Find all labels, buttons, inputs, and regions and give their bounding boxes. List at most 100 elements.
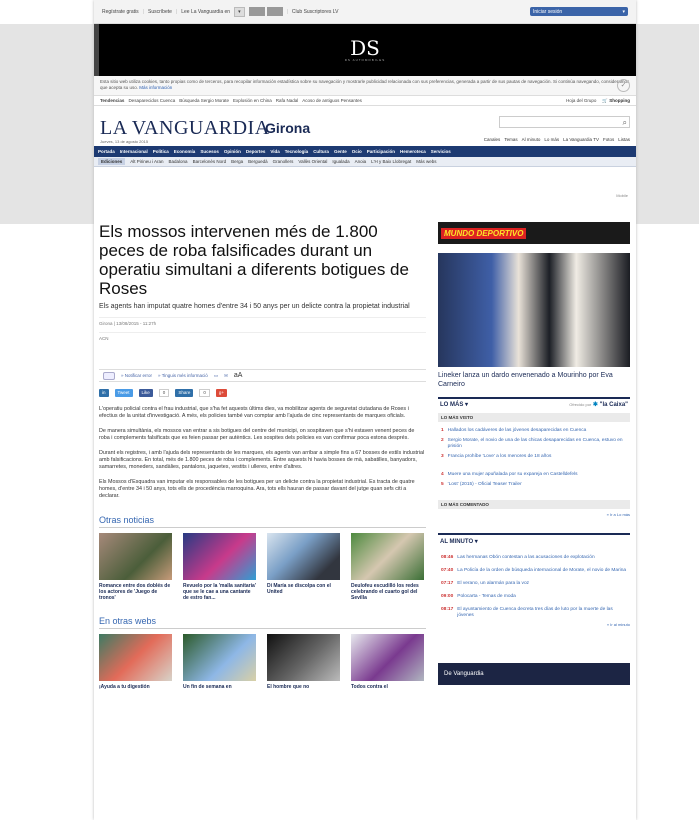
font-size-icon[interactable]: aA <box>234 372 243 379</box>
subnav-item[interactable]: Alt Pirineu i Aran <box>130 159 163 164</box>
more-link[interactable]: » Ir a Lo más <box>438 512 630 517</box>
nav-item[interactable]: Opinión <box>224 149 241 154</box>
nav-item[interactable]: Vida <box>270 149 279 154</box>
news-card[interactable]: Revuelo por la 'malla sanitaria' que se … <box>183 533 256 601</box>
linkedin-button[interactable]: Share <box>175 388 194 397</box>
mundo-deportivo-header[interactable]: MUNDO DEPORTIVO <box>438 222 630 244</box>
trend-item[interactable]: Búsqueda Sergio Morate <box>179 98 229 103</box>
email-icon[interactable]: ✉ <box>224 373 228 379</box>
report-error-link[interactable]: » Notificar error <box>121 373 152 378</box>
web-thumbnail[interactable] <box>267 634 340 681</box>
minute-item[interactable]: 07:17 El verano, un alarmán para la voz <box>438 581 630 587</box>
subnav-item[interactable]: Granollers <box>273 159 294 164</box>
trend-item[interactable]: Explosión en China <box>233 98 272 103</box>
quick-link[interactable]: Lo más <box>544 137 559 142</box>
subnav-item[interactable]: Badalona <box>169 159 188 164</box>
subnav-item[interactable]: Igualada <box>332 159 349 164</box>
login-button[interactable]: Iniciar sesión ▾ <box>530 7 628 16</box>
nav-item[interactable]: Deportes <box>246 149 266 154</box>
nav-item[interactable]: Política <box>153 149 169 154</box>
nav-item[interactable]: Gente <box>334 149 347 154</box>
facebook-like-button[interactable]: Like <box>138 388 153 397</box>
comments-icon[interactable] <box>103 371 115 380</box>
web-thumbnail[interactable] <box>183 634 256 681</box>
subnav-item[interactable]: Más webs <box>416 159 436 164</box>
site-logo[interactable]: LA VANGUARDIA <box>100 117 270 140</box>
web-card[interactable]: ¡Ayuda a tu digestión <box>99 634 172 690</box>
trend-item[interactable]: Acoso de antiguos Pensantes <box>302 98 362 103</box>
web-thumbnail[interactable] <box>99 634 172 681</box>
subnav-item[interactable]: Anoia <box>355 159 367 164</box>
list-item[interactable]: 1 Hallados los cadáveres de las jóvenes d… <box>441 428 627 434</box>
news-thumbnail[interactable] <box>99 533 172 580</box>
more-info-tool-link[interactable]: » Tinguis més informació <box>158 373 208 378</box>
list-item[interactable]: 3 Francia prohíbe 'Love' a los menores de… <box>441 454 627 460</box>
nav-item[interactable]: Ocio <box>352 149 362 154</box>
nav-item[interactable]: Cultura <box>313 149 329 154</box>
edition-logos[interactable] <box>248 7 283 16</box>
shopping-menu[interactable]: 🛒 Shopping <box>602 98 630 104</box>
subnav-item[interactable]: Barcelonès Nord <box>193 159 227 164</box>
subnav-item[interactable]: Berga <box>231 159 243 164</box>
google-plus-button[interactable]: g+ <box>215 388 227 397</box>
nav-item[interactable]: Tecnología <box>285 149 308 154</box>
minute-item[interactable]: 09:00 Polocarta - Temas de moda <box>438 594 630 600</box>
quick-link[interactable]: Fotos <box>603 137 614 142</box>
accept-cookies-button[interactable]: ✓ <box>617 79 630 92</box>
most-viewed-header[interactable]: LO MÁS VISTO <box>438 413 630 422</box>
web-thumbnail[interactable] <box>351 634 424 681</box>
quick-link[interactable]: Al minuto <box>522 137 541 142</box>
subnav-item[interactable]: Vallès Oriental <box>298 159 327 164</box>
web-card[interactable]: El hombre que no <box>267 634 340 690</box>
quick-link[interactable]: Canales <box>484 137 501 142</box>
subnav-item[interactable]: Berguedà <box>248 159 268 164</box>
nav-item[interactable]: Internacional <box>120 149 148 154</box>
featured-photo[interactable] <box>438 253 630 367</box>
al-minuto-header[interactable]: AL MINUTO ▾ <box>438 533 630 548</box>
search-icon[interactable]: ⌕ <box>623 118 627 128</box>
nav-item[interactable]: Economía <box>174 149 196 154</box>
minute-item[interactable]: 08:17 El ayuntamiento de Cuenca decreta t… <box>438 607 630 619</box>
mobile-link[interactable]: Mobile <box>616 193 628 198</box>
more-minute-link[interactable]: » Ir al minuto <box>438 622 630 627</box>
quick-link[interactable]: Temas <box>504 137 517 142</box>
news-card[interactable]: Di María se discolpa con el United <box>267 533 340 601</box>
minute-item[interactable]: 08:46 Las hermanas Obón contestan a las a… <box>438 555 630 561</box>
print-icon[interactable]: ▭ <box>214 373 218 379</box>
linkedin-share-button[interactable]: in <box>99 388 109 397</box>
nav-item[interactable]: Hemeroteca <box>400 149 426 154</box>
news-card[interactable]: Deulofeu escudilló los redes celebrando … <box>351 533 424 601</box>
list-item[interactable]: 2 Sergio Morate, el novio de una de las c… <box>441 438 627 450</box>
nav-item[interactable]: Servicios <box>431 149 451 154</box>
trend-item[interactable]: Desaparecidos Cuenca <box>128 98 175 103</box>
vanguardia-ad[interactable]: De Vanguardia <box>438 663 630 685</box>
trend-item[interactable]: Rafa Nadal <box>276 98 299 103</box>
subscribe-link[interactable]: Suscríbete <box>148 9 172 15</box>
list-item[interactable]: 5 'Lost' (2015) - Oficial Teaser Trailer <box>441 482 627 488</box>
platform-dropdown[interactable]: ▾ <box>234 6 245 17</box>
minute-item[interactable]: 07:40 La Policía de la orden de búsqueda … <box>438 568 630 574</box>
tweet-button[interactable]: Tweet <box>114 388 133 397</box>
most-commented-header[interactable]: LO MÁS COMENTADO <box>438 500 630 509</box>
mundo-deportivo-logo[interactable]: MUNDO DEPORTIVO <box>441 227 527 239</box>
quick-link[interactable]: Listas <box>618 137 630 142</box>
search-input[interactable]: ⌕ <box>499 116 630 128</box>
news-thumbnail[interactable] <box>267 533 340 580</box>
read-lv-in-link[interactable]: Lee La Vanguardia en <box>181 9 230 15</box>
nav-item[interactable]: Participación <box>367 149 395 154</box>
club-link[interactable]: Club Suscriptores LV <box>292 9 339 15</box>
news-card[interactable]: Romance entre dos doblés de los actores … <box>99 533 172 601</box>
register-link[interactable]: Regístrate gratis <box>102 9 139 15</box>
web-card[interactable]: Un fin de semana en <box>183 634 256 690</box>
nav-item[interactable]: Portada <box>98 149 115 154</box>
nav-item[interactable]: Sucesos <box>200 149 219 154</box>
group-sheet-link[interactable]: Hoja del Grupo <box>566 98 596 103</box>
web-card[interactable]: Todos contra el <box>351 634 424 690</box>
most-tab[interactable]: LO MÁS ▾ <box>440 401 468 408</box>
ad-banner[interactable]: DS DS AUTOMOBILES <box>94 24 636 76</box>
featured-caption[interactable]: Lineker lanza un dardo envenenado a Mour… <box>438 371 630 389</box>
news-thumbnail[interactable] <box>351 533 424 580</box>
quick-link[interactable]: La Vanguardia TV <box>563 137 599 142</box>
more-info-link[interactable]: Más información <box>139 85 172 90</box>
subnav-item[interactable]: L'H y Baix Llobregat <box>371 159 411 164</box>
